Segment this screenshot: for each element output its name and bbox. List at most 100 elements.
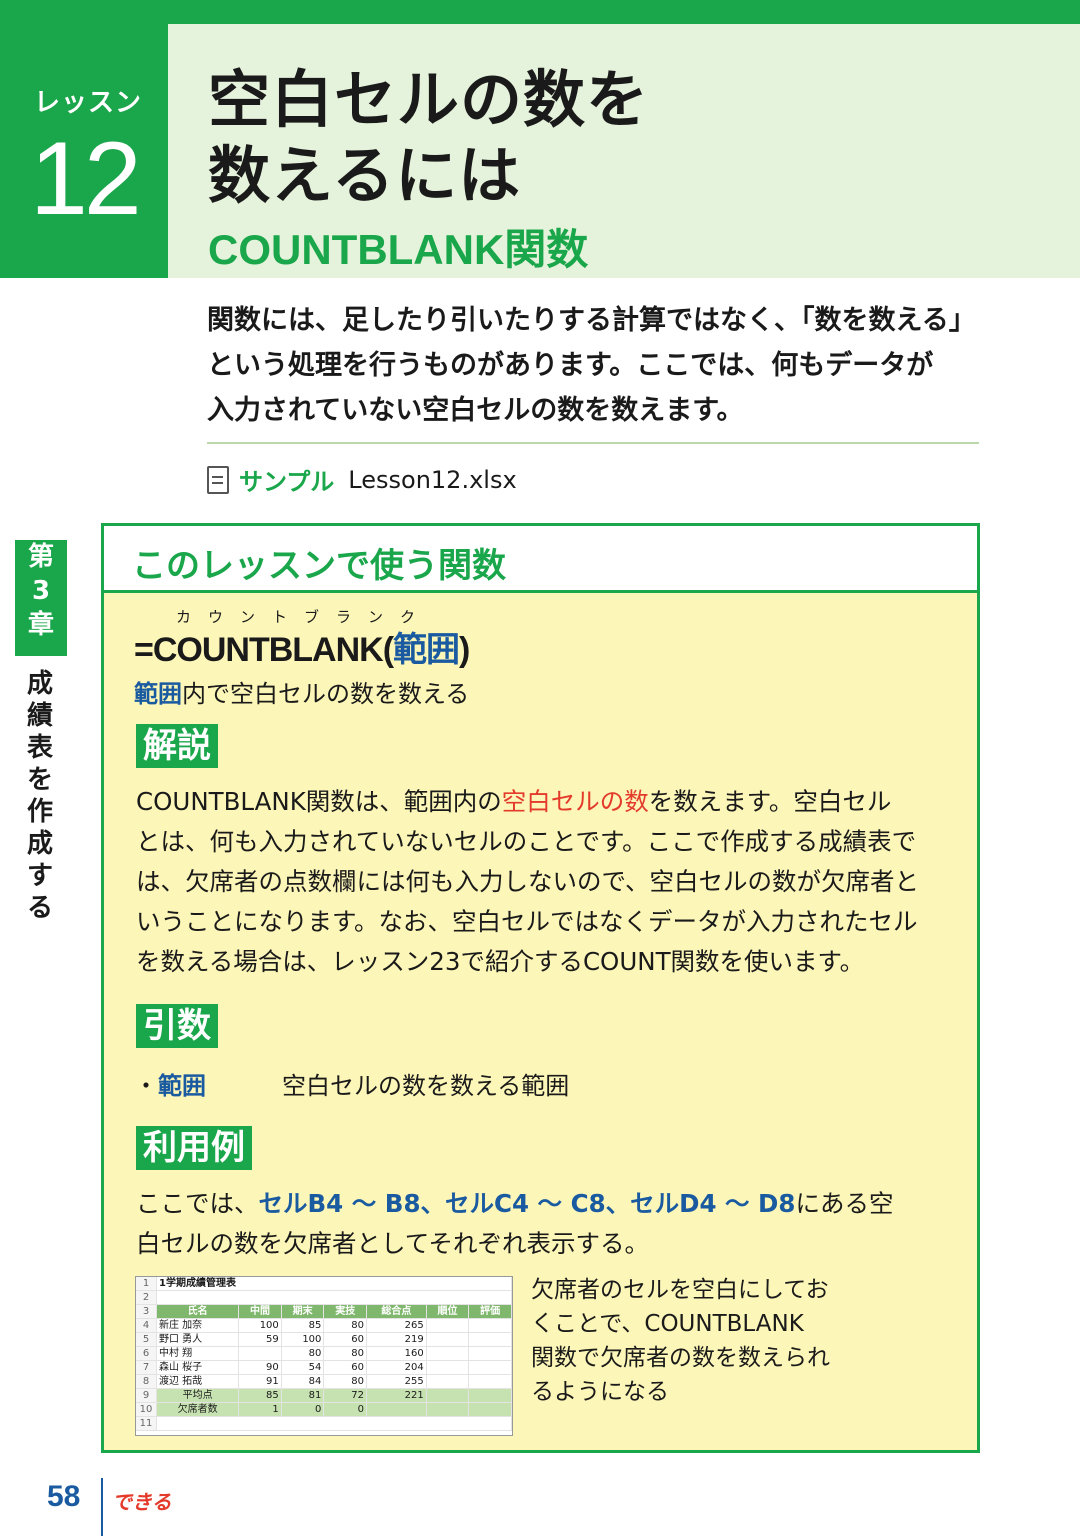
explanation-line: とは、何も入力されていないセルのことです。ここで作成する成績表で [136, 827, 917, 856]
header-cell: 総合点 [366, 1304, 427, 1319]
sheet-cell: 59 [238, 1332, 282, 1347]
sheet-cell [468, 1360, 512, 1375]
sheet-cell: 1 [238, 1402, 282, 1417]
panel-heading: このレッスンで使う関数 [132, 546, 506, 586]
header-cell: 評価 [468, 1304, 512, 1319]
sheet-cell [468, 1332, 512, 1347]
caption-line: 関数で欠席者の数を数えられ [531, 1345, 830, 1371]
sheet-cell: 欠席者数 [156, 1402, 240, 1417]
chapter-title-char: 績 [26, 701, 53, 731]
file-icon [207, 465, 229, 494]
sheet-cell [468, 1374, 512, 1389]
intro-line: 入力されていない空白セルの数を数えます。 [207, 395, 744, 426]
spreadsheet-table: 1 1学期成績管理表 2 3 氏名 中間 期末 実技 総合点 順位 評価 4 新庄 … [136, 1277, 512, 1431]
lesson-badge: レッスン 12 [0, 24, 168, 278]
sheet-cell: 60 [323, 1332, 368, 1347]
sample-file-name: Lesson12.xlsx [348, 465, 517, 494]
arg-name: 範囲 [158, 1072, 206, 1100]
section-tag-explanation: 解説 [136, 724, 218, 768]
header-cell: 順位 [426, 1304, 470, 1319]
chapter-char: 3 [31, 576, 51, 606]
sheet-cell [426, 1388, 470, 1403]
example-text: ここでは、セルB4 ～ B8、セルC4 ～ C8、セルD4 ～ D8にある空 白… [136, 1184, 956, 1264]
sheet-cell: 72 [323, 1388, 368, 1403]
brand-logo: できる [112, 1490, 172, 1514]
text-span: ここでは、 [136, 1189, 259, 1218]
formula-arg: 範囲 [393, 631, 460, 669]
footer-divider [101, 1478, 103, 1536]
explanation-line: を数える場合は、レッスン23で紹介するCOUNT関数を使います。 [136, 947, 865, 976]
sheet-cell: 80 [281, 1346, 325, 1361]
explanation-line: いうことになります。なお、空白セルではなくデータが入力されたセル [136, 907, 918, 936]
sheet-cell: 新庄 加奈 [156, 1318, 240, 1333]
row-number: 5 [136, 1332, 157, 1347]
chapter-char: 第 [27, 542, 54, 572]
sheet-cell: 265 [366, 1318, 427, 1333]
sheet-cell: 84 [281, 1374, 325, 1389]
lesson-label: レッスン [34, 88, 143, 118]
highlight-text: 空白セルの数 [501, 787, 649, 816]
sheet-cell: 平均点 [156, 1388, 240, 1403]
sheet-cell [238, 1346, 282, 1361]
page-number: 58 [47, 1480, 81, 1513]
sheet-cell [468, 1318, 512, 1333]
sheet-cell: 81 [281, 1388, 325, 1403]
sheet-cell: 85 [238, 1388, 282, 1403]
header-cell: 氏名 [156, 1304, 240, 1319]
sheet-cell: 森山 桜子 [156, 1360, 240, 1375]
example-line: 白セルの数を欠席者としてそれぞれ表示する。 [136, 1229, 650, 1258]
chapter-char: 章 [27, 610, 54, 640]
sheet-cell [468, 1402, 512, 1417]
sheet-cell: 0 [281, 1402, 325, 1417]
sheet-cell: 60 [323, 1360, 368, 1375]
sheet-row: 6 中村 翔 80 80 160 [136, 1346, 512, 1361]
sheet-title: 1学期成績管理表 [156, 1277, 512, 1291]
panel-header: このレッスンで使う関数 [104, 526, 977, 593]
sheet-cell: 255 [366, 1374, 427, 1389]
spreadsheet-screenshot: 1 1学期成績管理表 2 3 氏名 中間 期末 実技 総合点 順位 評価 4 新庄 … [135, 1276, 513, 1436]
text-span: を数えます。空白セル [648, 787, 892, 816]
sheet-cell [156, 1416, 512, 1431]
row-number: 8 [136, 1374, 157, 1389]
sheet-row: 11 [136, 1416, 512, 1431]
header-cell: 実技 [323, 1304, 368, 1319]
sheet-row: 4 新庄 加奈 100 85 80 265 [136, 1318, 512, 1333]
chapter-title-char: を [26, 765, 53, 795]
sheet-cell [426, 1402, 470, 1417]
explanation-line: COUNTBLANK関数は、範囲内の空白セルの数を数えます。空白セル [136, 782, 956, 822]
chapter-title-char: 成 [26, 829, 53, 859]
section-tag-arguments: 引数 [136, 1004, 218, 1048]
chapter-title-char: 表 [26, 733, 53, 763]
divider [207, 442, 979, 444]
page-title-line2: 数えるには [208, 139, 522, 212]
sheet-cell [426, 1374, 470, 1389]
sheet-cell: 0 [323, 1402, 368, 1417]
sheet-cell [366, 1402, 427, 1417]
sheet-row: 7 森山 桜子 90 54 60 204 [136, 1360, 512, 1375]
lesson-number: 12 [30, 121, 142, 237]
row-number: 1 [136, 1277, 157, 1291]
sheet-cell: 100 [281, 1332, 325, 1347]
caption-line: くことで、COUNTBLANK [531, 1311, 804, 1337]
sheet-cell: 221 [366, 1388, 427, 1403]
sheet-cell: 100 [238, 1318, 282, 1333]
row-number: 9 [136, 1388, 157, 1403]
sheet-row: 1 1学期成績管理表 [136, 1277, 512, 1291]
chapter-title-char: 作 [26, 797, 53, 827]
sheet-cell: 219 [366, 1332, 427, 1347]
sheet-cell: 204 [366, 1360, 427, 1375]
sheet-cell [156, 1290, 512, 1305]
sheet-cell: 85 [281, 1318, 325, 1333]
sheet-cell: 54 [281, 1360, 325, 1375]
screenshot-caption: 欠席者のセルを空白にしてお くことで、COUNTBLANK 関数で欠席者の数を数… [531, 1273, 851, 1409]
sheet-average-row: 9 平均点 85 81 72 221 [136, 1388, 512, 1403]
sheet-cell: 91 [238, 1374, 282, 1389]
arg-description: 空白セルの数を数える範囲 [282, 1072, 570, 1100]
sheet-cell [426, 1346, 470, 1361]
row-number: 3 [136, 1304, 157, 1319]
chapter-title-char: る [26, 893, 53, 923]
sheet-cell: 80 [323, 1318, 368, 1333]
sheet-cell: 80 [323, 1374, 368, 1389]
sheet-cell [468, 1388, 512, 1403]
chapter-title-char: す [26, 861, 53, 891]
